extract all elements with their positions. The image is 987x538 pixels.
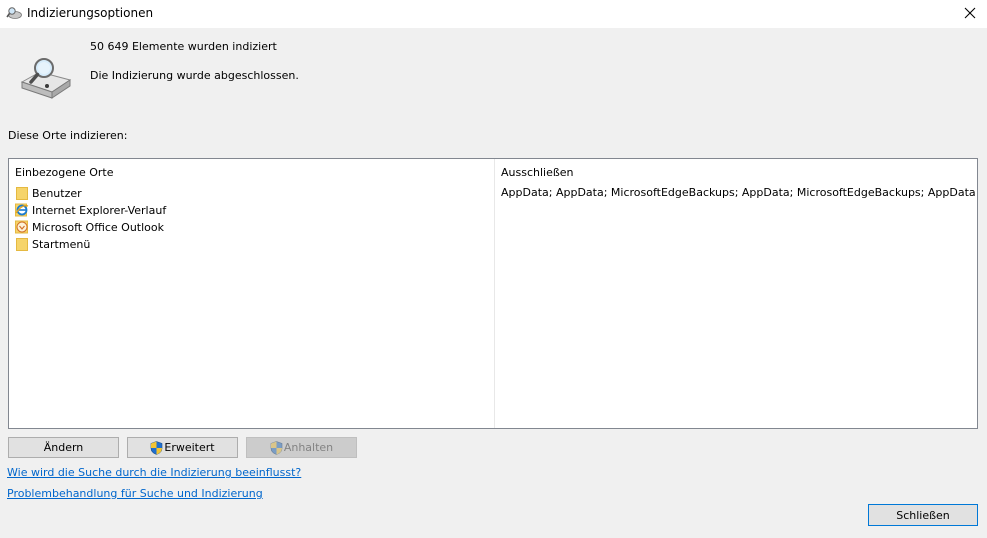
list-item-start-menu[interactable]: Startmenü: [15, 236, 90, 252]
change-button[interactable]: Ändern: [8, 437, 119, 458]
close-button-label: Schließen: [896, 508, 950, 522]
title-bar: Indizierungsoptionen: [0, 0, 987, 28]
list-item-label: Benutzer: [32, 186, 82, 200]
window-title: Indizierungsoptionen: [27, 6, 154, 20]
outlook-icon: [15, 220, 29, 234]
advanced-button-label: Erweitert: [164, 441, 215, 454]
folder-icon: [15, 237, 29, 251]
troubleshoot-link[interactable]: Problembehandlung für Suche und Indizier…: [7, 487, 263, 500]
change-button-label: Ändern: [43, 441, 84, 454]
search-influence-link[interactable]: Wie wird die Suche durch die Indizierung…: [7, 466, 301, 479]
close-button[interactable]: Schließen: [868, 504, 978, 526]
list-item-users[interactable]: Benutzer: [15, 185, 82, 201]
column-divider: [494, 159, 495, 428]
pause-button-label: Anhalten: [283, 441, 334, 454]
advanced-button[interactable]: Erweitert: [127, 437, 238, 458]
list-item-label: Startmenü: [32, 237, 91, 251]
indexed-item-count: 50 649 Elemente wurden indiziert: [90, 40, 277, 53]
list-item-outlook[interactable]: Microsoft Office Outlook: [15, 219, 164, 235]
locations-label: Diese Orte indizieren:: [8, 129, 128, 142]
uac-shield-icon: [270, 440, 283, 455]
list-item-label: Microsoft Office Outlook: [32, 220, 164, 234]
close-icon: [964, 7, 976, 22]
internet-explorer-icon: [15, 203, 29, 217]
included-locations-header: Einbezogene Orte: [15, 166, 114, 179]
excluded-folders-text: AppData; AppData; MicrosoftEdgeBackups; …: [501, 186, 976, 199]
folder-icon: [15, 186, 29, 200]
list-item-label: Internet Explorer-Verlauf: [32, 203, 167, 217]
close-window-button[interactable]: [953, 0, 987, 28]
drive-magnifier-icon: [18, 56, 72, 100]
uac-shield-icon: [150, 440, 163, 455]
indexed-locations-list[interactable]: Einbezogene Orte Ausschließen Benutzer I…: [8, 158, 978, 429]
list-item-ie-history[interactable]: Internet Explorer-Verlauf: [15, 202, 166, 218]
indexing-status: Die Indizierung wurde abgeschlossen.: [90, 69, 299, 82]
excluded-header: Ausschließen: [501, 166, 574, 179]
indexing-options-icon: [6, 6, 22, 20]
pause-button[interactable]: Anhalten: [246, 437, 357, 458]
